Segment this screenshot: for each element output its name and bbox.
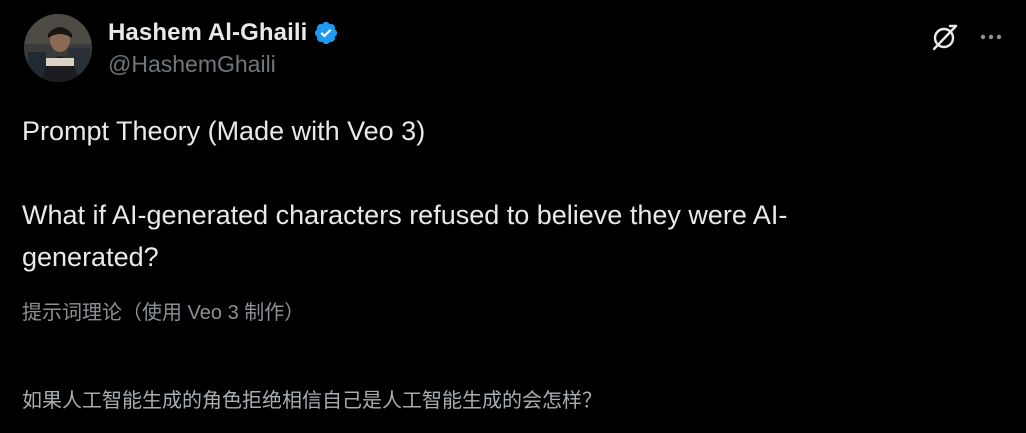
- author-handle[interactable]: @HashemGhaili: [108, 51, 339, 78]
- translation-gap: [22, 328, 982, 386]
- translated-text: 提示词理论（使用 Veo 3 制作） 如果人工智能生成的角色拒绝相信自己是人工智…: [22, 298, 982, 416]
- grok-icon[interactable]: [930, 22, 960, 52]
- avatar-image: [24, 14, 92, 82]
- author-display-name[interactable]: Hashem Al-Ghaili: [108, 19, 307, 47]
- avatar[interactable]: [24, 14, 92, 82]
- verified-badge-icon[interactable]: [313, 20, 339, 46]
- more-options-icon[interactable]: [978, 24, 1004, 50]
- post-title-line: Prompt Theory (Made with Veo 3): [22, 116, 426, 146]
- header-actions: [930, 22, 1004, 52]
- post-question-line: What if AI-generated characters refused …: [22, 200, 788, 272]
- tweet: Hashem Al-Ghaili @HashemGhaili Prompt Th…: [0, 0, 1026, 433]
- translation-question-line: 如果人工智能生成的角色拒绝相信自己是人工智能生成的会怎样？: [22, 390, 602, 412]
- author-info: Hashem Al-Ghaili @HashemGhaili: [108, 16, 339, 78]
- post-text: Prompt Theory (Made with Veo 3) What if …: [22, 110, 922, 278]
- translation-title-line: 提示词理论（使用 Veo 3 制作）: [22, 302, 305, 324]
- name-row: Hashem Al-Ghaili: [108, 16, 339, 50]
- tweet-header: Hashem Al-Ghaili @HashemGhaili: [24, 14, 1004, 86]
